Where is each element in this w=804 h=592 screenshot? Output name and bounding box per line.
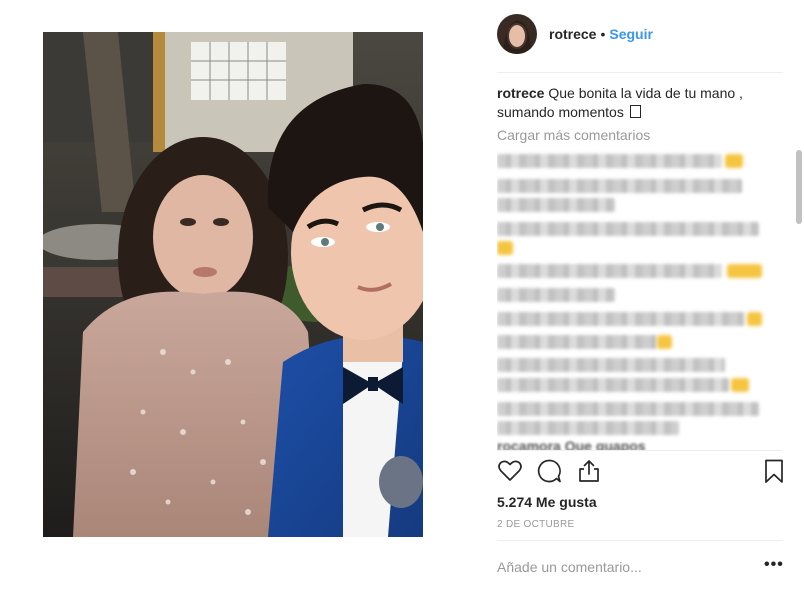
emoji-blurred [497,241,513,255]
comment-blurred [497,198,615,212]
post-header: rotrece • Seguir [497,12,787,56]
comment-button[interactable] [536,458,562,484]
emoji-placeholder-icon [629,105,641,118]
comment-blurred [497,402,759,416]
comment-blurred [497,312,745,326]
action-bar [497,458,787,488]
emoji-blurred [747,312,762,326]
scrollbar-thumb[interactable] [796,150,802,224]
comment-blurred [497,154,722,168]
emoji-blurred [727,264,762,278]
comment-blurred [497,358,725,372]
save-button[interactable] [761,458,787,484]
emoji-blurred [725,154,743,168]
post-photo[interactable] [43,32,423,537]
caption-username[interactable]: rotrece [497,85,544,101]
comment-clipped: rocamora Que guapos [497,438,646,450]
add-comment-input[interactable] [497,556,747,578]
emoji-blurred [731,378,749,392]
likes-count[interactable]: 5.274 Me gusta [497,494,597,510]
share-icon [579,460,599,482]
comments-scrollbar[interactable] [796,72,802,444]
comments-list: rocamora Que guapos [497,150,772,450]
bookmark-icon [765,459,783,483]
caption: rotrece Que bonita la vida de tu mano , … [497,84,767,122]
username[interactable]: rotrece [549,26,596,42]
comment-blurred [497,421,679,435]
avatar-image [497,14,537,54]
heart-icon [498,460,522,481]
avatar[interactable] [497,14,537,54]
comment-blurred [497,378,729,392]
post-date: 2 DE OCTUBRE [497,519,575,530]
follow-button[interactable]: Seguir [609,26,653,42]
comment-blurred [497,335,657,349]
divider [497,540,783,541]
comment-blurred [497,288,615,302]
comment-blurred [497,222,759,236]
photo-image [43,32,423,537]
comment-blurred [497,179,742,193]
divider [497,450,783,451]
more-options-button[interactable]: ••• [764,556,784,574]
divider [497,72,783,73]
share-button[interactable] [576,458,602,484]
load-more-comments-button[interactable]: Cargar más comentarios [497,127,650,143]
comment-blurred [497,264,722,278]
separator-dot: • [600,26,606,42]
like-button[interactable] [497,458,523,484]
comment-icon [537,459,561,483]
emoji-blurred [657,335,672,349]
